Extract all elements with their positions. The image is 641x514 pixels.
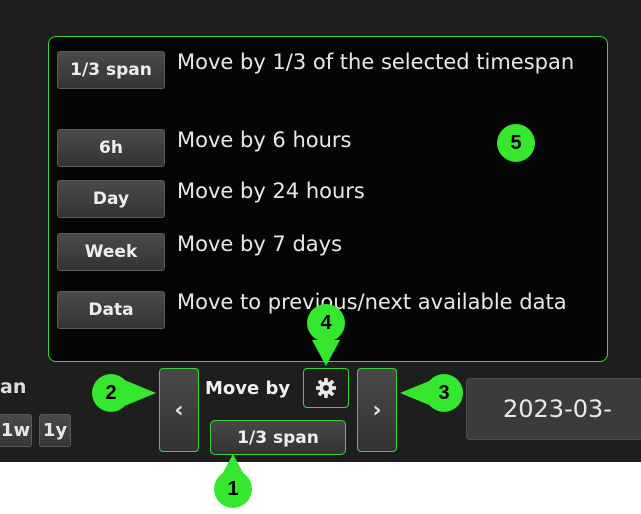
timespan-1w-button[interactable]: 1w xyxy=(0,414,32,447)
move-by-label: Move by xyxy=(205,378,291,399)
move-back-button[interactable]: ‹ xyxy=(159,368,199,452)
move-by-span-selector[interactable]: 1/3 span xyxy=(210,420,346,455)
option-description: Move by 24 hours xyxy=(177,179,365,203)
callout-badge-4: 4 xyxy=(307,304,345,342)
chevron-left-icon: ‹ xyxy=(174,397,184,423)
option-third-span-button[interactable]: 1/3 span xyxy=(57,51,165,89)
date-field[interactable]: 2023-03- xyxy=(466,378,641,440)
callout-badge-1: 1 xyxy=(214,470,252,508)
timespan-label-partial: an xyxy=(0,376,27,398)
chevron-right-icon: › xyxy=(372,397,382,423)
option-description: Move by 7 days xyxy=(177,232,343,256)
callout-badge-5: 5 xyxy=(497,124,535,162)
move-forward-button[interactable]: › xyxy=(357,368,397,452)
option-row-week: Week Move by 7 days xyxy=(57,232,587,271)
option-description: Move by 1/3 of the selected timespan xyxy=(177,50,575,74)
option-data-button[interactable]: Data xyxy=(57,291,165,329)
option-week-button[interactable]: Week xyxy=(57,233,165,271)
move-by-settings-button[interactable] xyxy=(303,368,349,408)
callout-pointer xyxy=(312,340,340,366)
gear-icon xyxy=(315,377,337,399)
option-description: Move to previous/next available data xyxy=(177,290,567,314)
option-row-day: Day Move by 24 hours xyxy=(57,179,587,218)
option-day-button[interactable]: Day xyxy=(57,180,165,218)
timespan-1y-button[interactable]: 1y xyxy=(39,414,71,447)
option-row-third-span: 1/3 span Move by 1/3 of the selected tim… xyxy=(57,50,587,89)
callout-badge-3: 3 xyxy=(425,374,463,412)
callout-badge-2: 2 xyxy=(92,374,130,412)
option-6h-button[interactable]: 6h xyxy=(57,129,165,167)
